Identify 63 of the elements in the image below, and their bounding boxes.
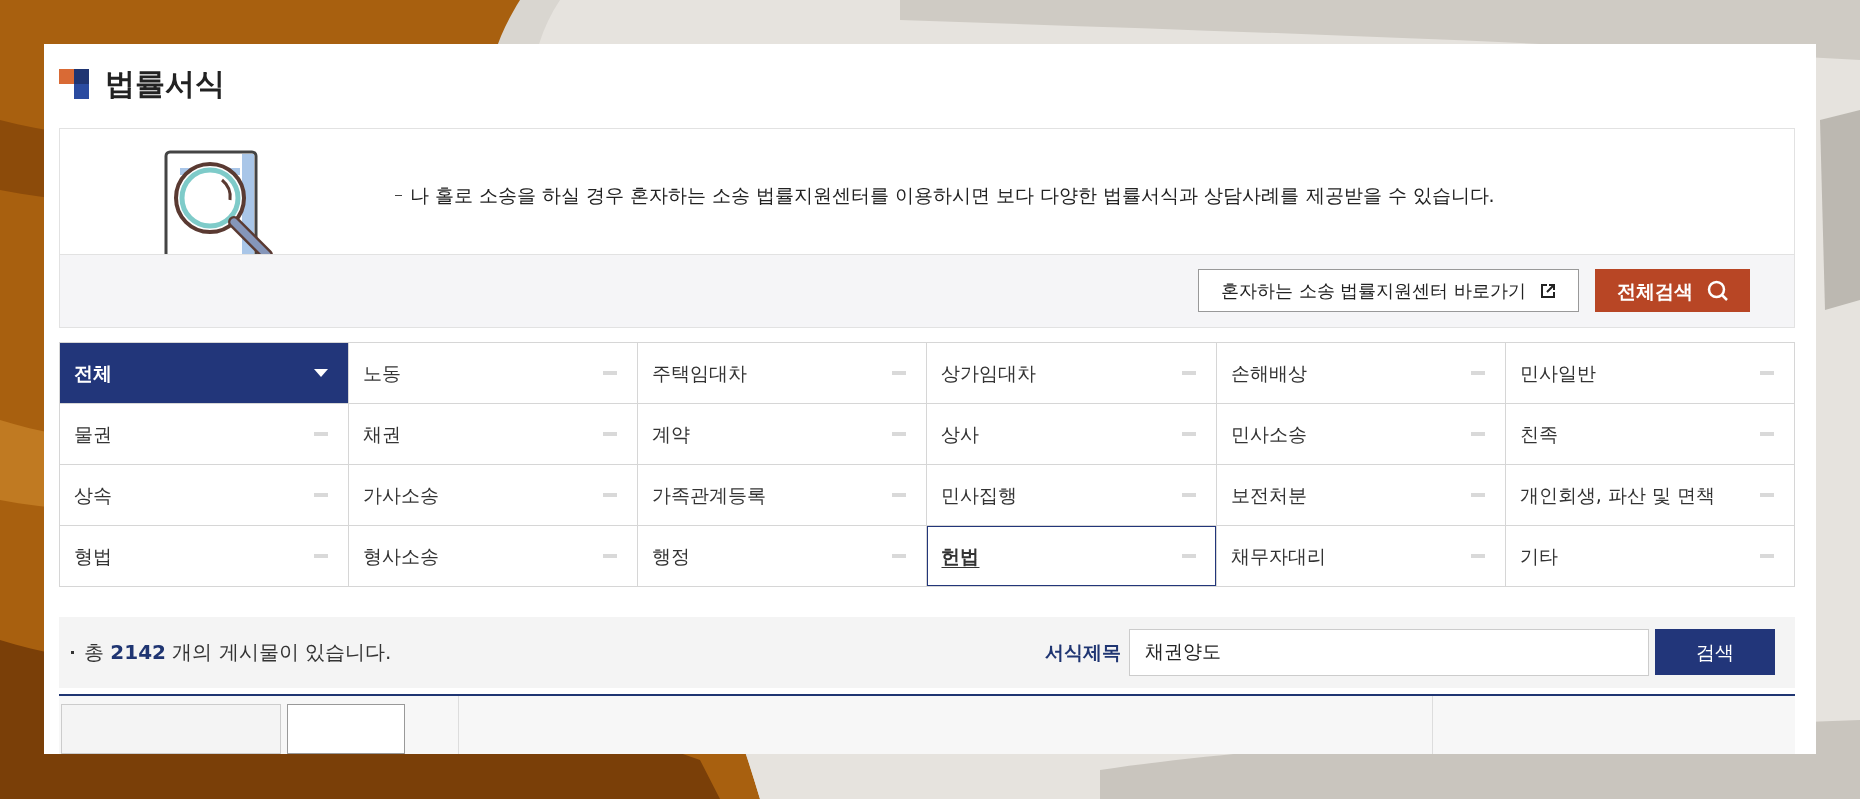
- category-tab[interactable]: 상사: [927, 403, 1216, 464]
- title-mark-icon: [59, 68, 89, 99]
- category-tab[interactable]: 전체: [60, 342, 349, 403]
- external-link-icon: [1540, 282, 1556, 299]
- page-title: 법률서식: [105, 65, 225, 104]
- dash-icon: [603, 492, 618, 497]
- dash-icon: [1470, 553, 1485, 558]
- category-tab[interactable]: 기타: [1505, 525, 1794, 586]
- dash-icon: [314, 553, 329, 558]
- dash-icon: [1181, 492, 1196, 497]
- dash-icon: [395, 194, 402, 196]
- category-tab[interactable]: 민사집행: [927, 464, 1216, 525]
- dash-icon: [892, 431, 907, 436]
- category-tab[interactable]: 친족: [1505, 403, 1794, 464]
- search-label: 서식제목: [1045, 640, 1121, 666]
- search-all-button[interactable]: 전체검색: [1595, 269, 1750, 313]
- category-tab[interactable]: 계약: [638, 403, 927, 464]
- dash-icon: [1181, 370, 1196, 375]
- dash-icon: [1760, 370, 1774, 375]
- category-tab[interactable]: 보전처분: [1216, 464, 1505, 525]
- dash-icon: [603, 370, 618, 375]
- dash-icon: [892, 370, 907, 375]
- category-tab[interactable]: 물권: [60, 403, 349, 464]
- category-tab[interactable]: 헌법: [927, 525, 1216, 586]
- search-field[interactable]: 채권양도: [1129, 628, 1649, 676]
- dash-icon: [1760, 553, 1774, 558]
- dash-icon: [892, 492, 907, 497]
- dash-icon: [1760, 431, 1774, 436]
- category-tab[interactable]: 노동: [349, 342, 638, 403]
- category-tab[interactable]: 채무자대리: [1216, 525, 1505, 586]
- category-tab[interactable]: 민사일반: [1505, 342, 1794, 403]
- go-button[interactable]: [287, 704, 405, 754]
- category-tab[interactable]: 상가임대차: [927, 342, 1216, 403]
- select-field[interactable]: [61, 704, 281, 754]
- dash-icon: [1181, 431, 1196, 436]
- result-count: 총 2142 개의 게시물이 있습니다.: [84, 639, 392, 667]
- notice-text: 나 홀로 소송을 하실 경우 혼자하는 소송 법률지원센터를 이용하시면 보다 다양한 법률서식과 상담사례를 제공받을 수 있습니다.: [410, 182, 1495, 208]
- category-tab[interactable]: 민사소송: [1216, 403, 1505, 464]
- category-tab[interactable]: 행정: [638, 525, 927, 586]
- dash-icon: [1470, 370, 1485, 375]
- category-tab[interactable]: 주택임대차: [638, 342, 927, 403]
- external-link-button[interactable]: 혼자하는 소송 법률지원센터 바로가기: [1197, 269, 1579, 313]
- dash-icon: [1470, 431, 1485, 436]
- bullet-icon: [71, 650, 74, 654]
- category-tab[interactable]: 가족관계등록: [638, 464, 927, 525]
- dash-icon: [1470, 492, 1485, 497]
- dash-icon: [1760, 492, 1774, 497]
- dash-icon: [1181, 553, 1196, 558]
- dash-icon: [603, 431, 618, 436]
- category-tab[interactable]: 형법: [60, 525, 349, 586]
- category-tab[interactable]: 상속: [60, 464, 349, 525]
- category-tab[interactable]: 채권: [349, 403, 638, 464]
- caret-down-icon: [314, 368, 329, 377]
- dash-icon: [314, 492, 329, 497]
- dash-icon: [603, 553, 618, 558]
- category-tab[interactable]: 형사소송: [349, 525, 638, 586]
- category-tab[interactable]: 가사소송: [349, 464, 638, 525]
- search-button[interactable]: 검색: [1655, 629, 1775, 676]
- search-icon: [1706, 279, 1729, 302]
- dash-icon: [892, 553, 907, 558]
- category-tab[interactable]: 손해배상: [1216, 342, 1505, 403]
- dash-icon: [314, 431, 329, 436]
- category-tab[interactable]: 개인회생, 파산 및 면책: [1505, 464, 1794, 525]
